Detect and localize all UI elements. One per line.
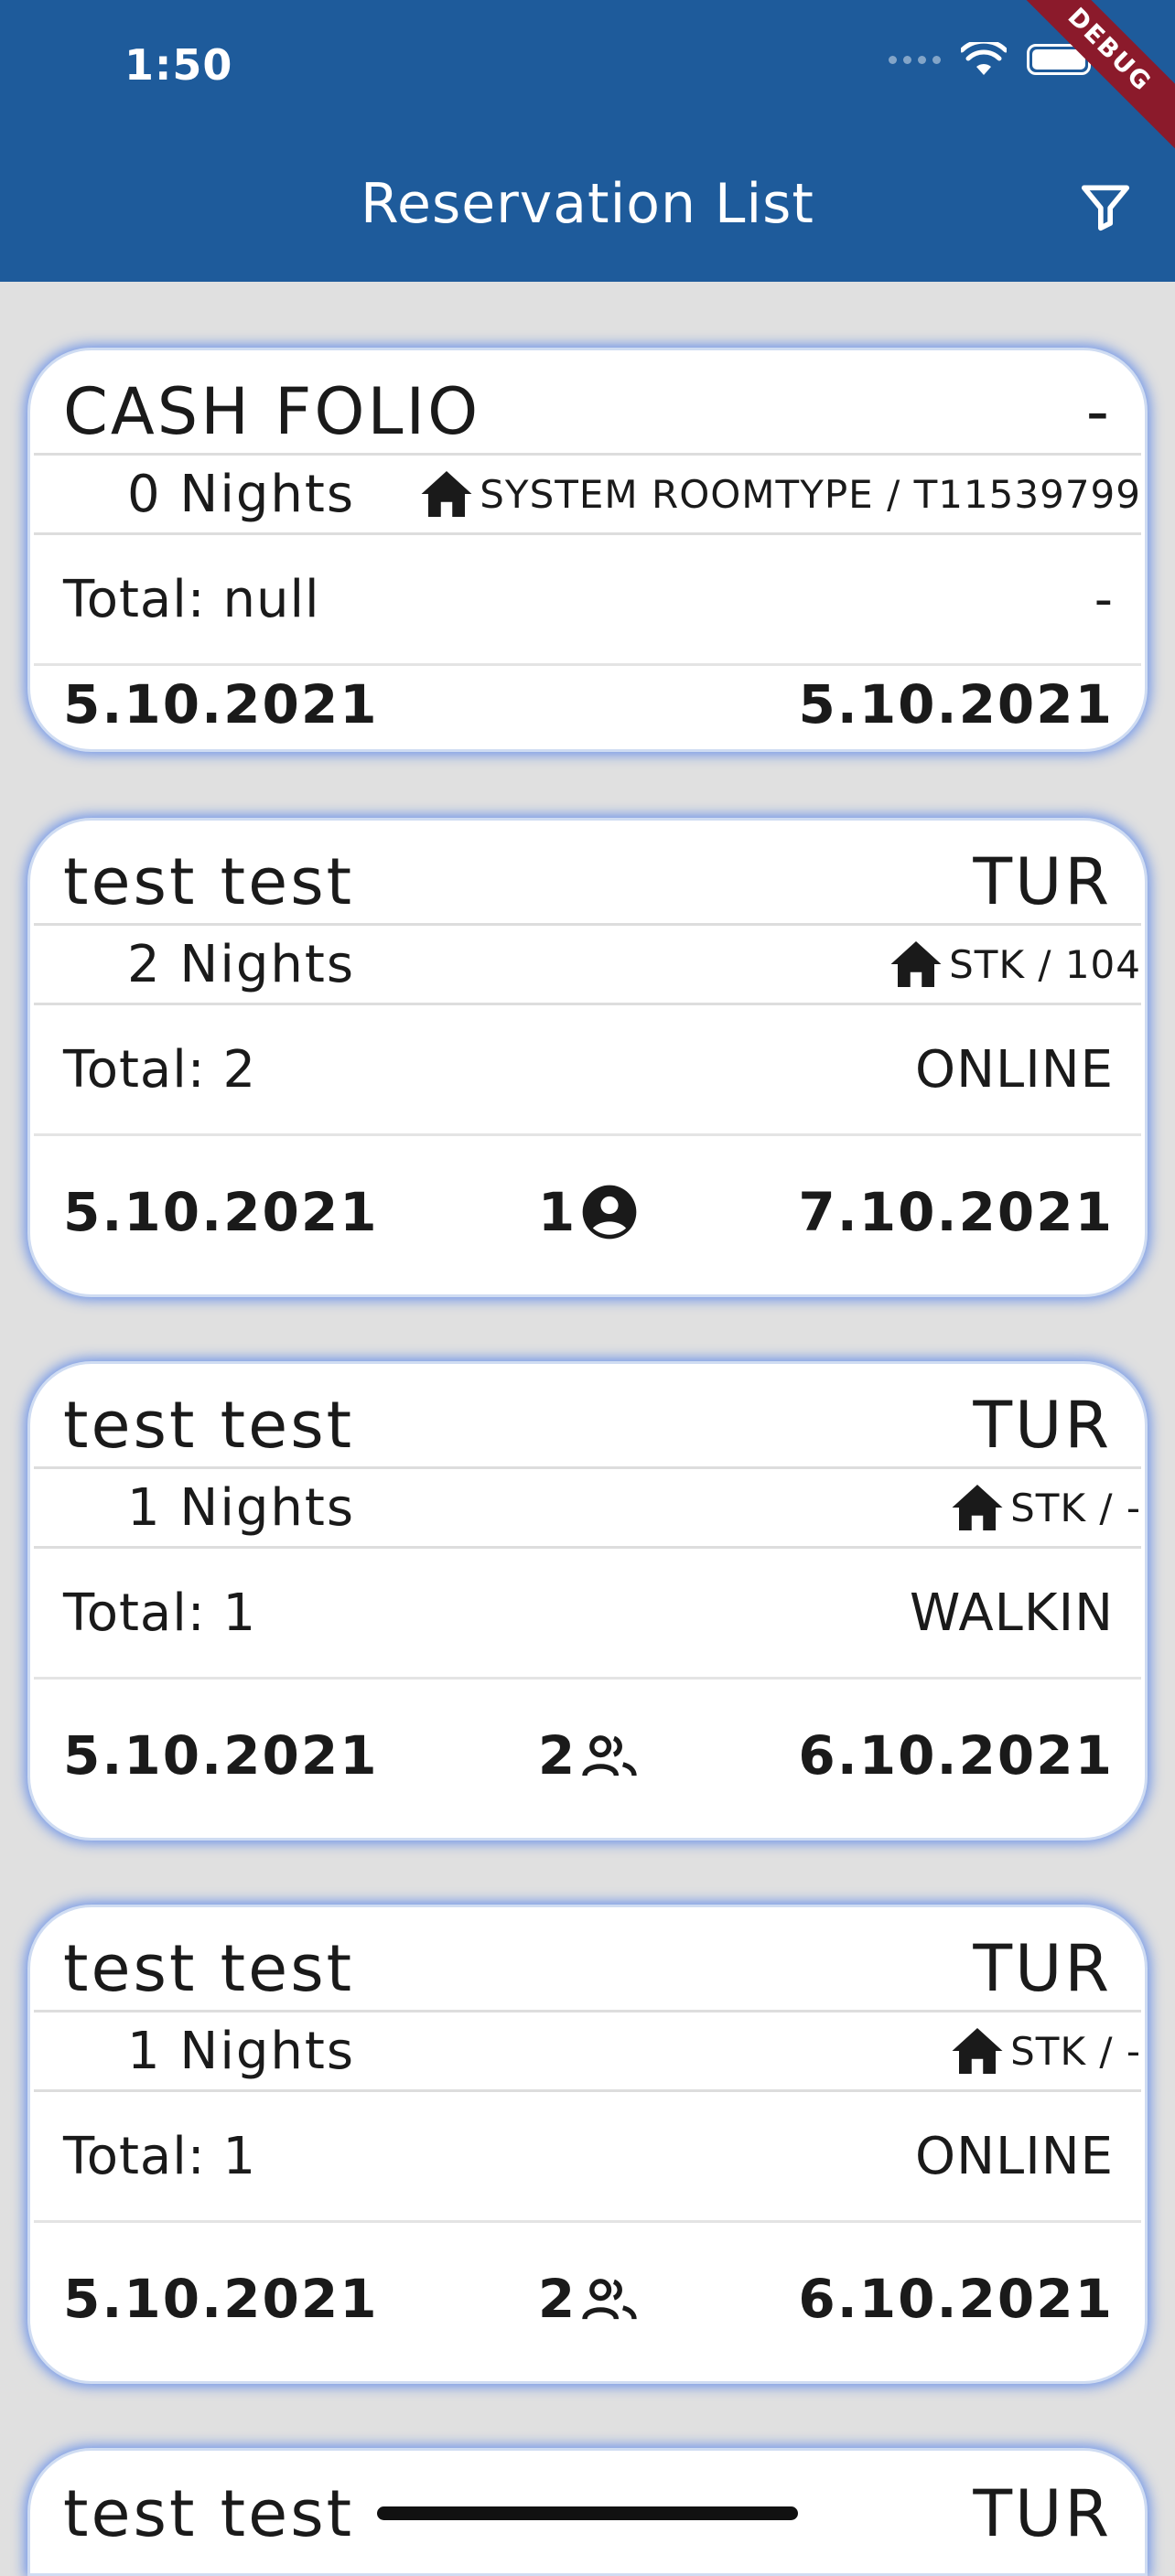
guest-name: test test — [63, 2476, 355, 2551]
room-label: STK / - — [1010, 1485, 1141, 1530]
guest-count: 2 — [538, 2268, 639, 2330]
guest-name: test test — [63, 1931, 355, 2006]
card-info-row: 2 Nights STK / 104 — [34, 923, 1141, 1005]
nights-label: 1 Nights — [127, 2021, 356, 2081]
filter-button[interactable] — [1073, 174, 1138, 240]
card-total-row: Total: null - — [34, 535, 1141, 663]
nationality-code: TUR — [973, 1931, 1112, 2006]
source: ONLINE — [915, 2126, 1114, 2186]
card-info-row: 1 Nights STK / - — [34, 1466, 1141, 1549]
home-icon — [421, 471, 472, 517]
checkout-date: 5.10.2021 — [798, 672, 1114, 735]
checkin-date: 5.10.2021 — [63, 1180, 379, 1243]
room: STK / - — [950, 1482, 1141, 1533]
total: Total: 1 — [63, 1583, 257, 1643]
nights: 1 Nights — [69, 2022, 355, 2081]
app-bar: 1:50 DEBUG Reservation List — [0, 0, 1175, 282]
nationality-code: TUR — [973, 844, 1112, 919]
nationality-code: - — [1085, 374, 1112, 449]
reservation-card[interactable]: test test TUR 1 Nights STK / - Total: 1 … — [27, 1361, 1148, 1841]
moon-icon — [75, 939, 101, 990]
room-label: SYSTEM ROOMTYPE / T11539799 — [480, 471, 1141, 517]
nationality-code: TUR — [973, 2476, 1112, 2551]
nights-label: 2 Nights — [127, 934, 356, 994]
checkin-date: 5.10.2021 — [63, 2267, 379, 2330]
guest-name: test test — [63, 844, 355, 919]
room: SYSTEM ROOMTYPE / T11539799 — [419, 468, 1141, 520]
room-label: STK / - — [1010, 2028, 1141, 2074]
home-icon — [890, 941, 942, 987]
checkin-date: 5.10.2021 — [63, 672, 379, 735]
checkout-date: 7.10.2021 — [798, 1180, 1114, 1243]
people-icon — [582, 2278, 637, 2320]
home-indicator[interactable] — [377, 2506, 798, 2520]
guest-count-value: 2 — [537, 2267, 577, 2330]
home-icon — [952, 2028, 1003, 2074]
status-icons — [889, 42, 1096, 77]
guest-count-value: 2 — [537, 1723, 577, 1787]
total: Total: 2 — [63, 1039, 257, 1100]
card-dates-row: 5.10.2021 5.10.2021 — [34, 663, 1141, 742]
card-dates-row: 5.10.2021 2 6.10.2021 — [34, 2220, 1141, 2374]
card-header: test test TUR — [30, 1364, 1145, 1466]
card-header: test test TUR — [30, 2451, 1145, 2553]
nights-label: 0 Nights — [127, 464, 356, 524]
card-header: test test TUR — [30, 821, 1145, 923]
nationality-code: TUR — [973, 1388, 1112, 1463]
reservation-card[interactable]: CASH FOLIO - 0 Nights SYSTEM ROOMTYPE / … — [27, 348, 1148, 752]
nights: 0 Nights — [69, 465, 355, 524]
debug-banner: DEBUG — [996, 0, 1175, 164]
checkout-date: 6.10.2021 — [798, 1723, 1114, 1787]
moon-icon — [75, 2025, 101, 2077]
card-info-row: 0 Nights SYSTEM ROOMTYPE / T11539799 — [34, 453, 1141, 535]
cellular-signal-icon — [889, 55, 941, 64]
guest-count: 2 — [538, 1724, 639, 1787]
card-total-row: Total: 1 ONLINE — [34, 2092, 1141, 2220]
people-icon — [582, 1734, 637, 1776]
reservation-card[interactable]: test test TUR 2 Nights STK / 104 Total: … — [27, 818, 1148, 1297]
nights: 2 Nights — [69, 935, 355, 994]
nights-label: 1 Nights — [127, 1477, 356, 1538]
checkout-date: 6.10.2021 — [798, 2267, 1114, 2330]
card-dates-row: 5.10.2021 1 7.10.2021 — [34, 1133, 1141, 1287]
wifi-icon — [961, 42, 1007, 75]
card-header: test test TUR — [30, 1907, 1145, 2010]
room: STK / 104 — [889, 939, 1141, 990]
nights: 1 Nights — [69, 1478, 355, 1538]
room: STK / - — [950, 2025, 1141, 2077]
source: - — [1094, 569, 1114, 629]
card-total-row: Total: 1 WALKIN — [34, 1549, 1141, 1677]
total: Total: 1 — [63, 2126, 257, 2186]
guest-count-value: 1 — [537, 1180, 577, 1243]
total: Total: null — [63, 569, 320, 629]
home-icon — [952, 1485, 1003, 1530]
guest-name: test test — [63, 1388, 355, 1463]
card-header: CASH FOLIO - — [30, 350, 1145, 453]
checkin-date: 5.10.2021 — [63, 1723, 379, 1787]
card-info-row: 1 Nights STK / - — [34, 2010, 1141, 2092]
person-icon — [582, 1185, 637, 1239]
source: ONLINE — [915, 1039, 1114, 1100]
moon-icon — [75, 1482, 101, 1533]
source: WALKIN — [910, 1583, 1114, 1643]
status-time: 1:50 — [124, 40, 233, 90]
card-dates-row: 5.10.2021 2 6.10.2021 — [34, 1677, 1141, 1830]
moon-icon — [75, 468, 101, 520]
card-total-row: Total: 2 ONLINE — [34, 1005, 1141, 1133]
guest-count: 1 — [538, 1181, 639, 1243]
guest-name: CASH FOLIO — [63, 374, 481, 449]
filter-icon — [1081, 185, 1130, 231]
page-title: Reservation List — [361, 172, 814, 236]
reservation-card[interactable]: test test TUR 1 Nights STK / - Total: 1 … — [27, 1905, 1148, 2384]
room-label: STK / 104 — [949, 941, 1141, 987]
